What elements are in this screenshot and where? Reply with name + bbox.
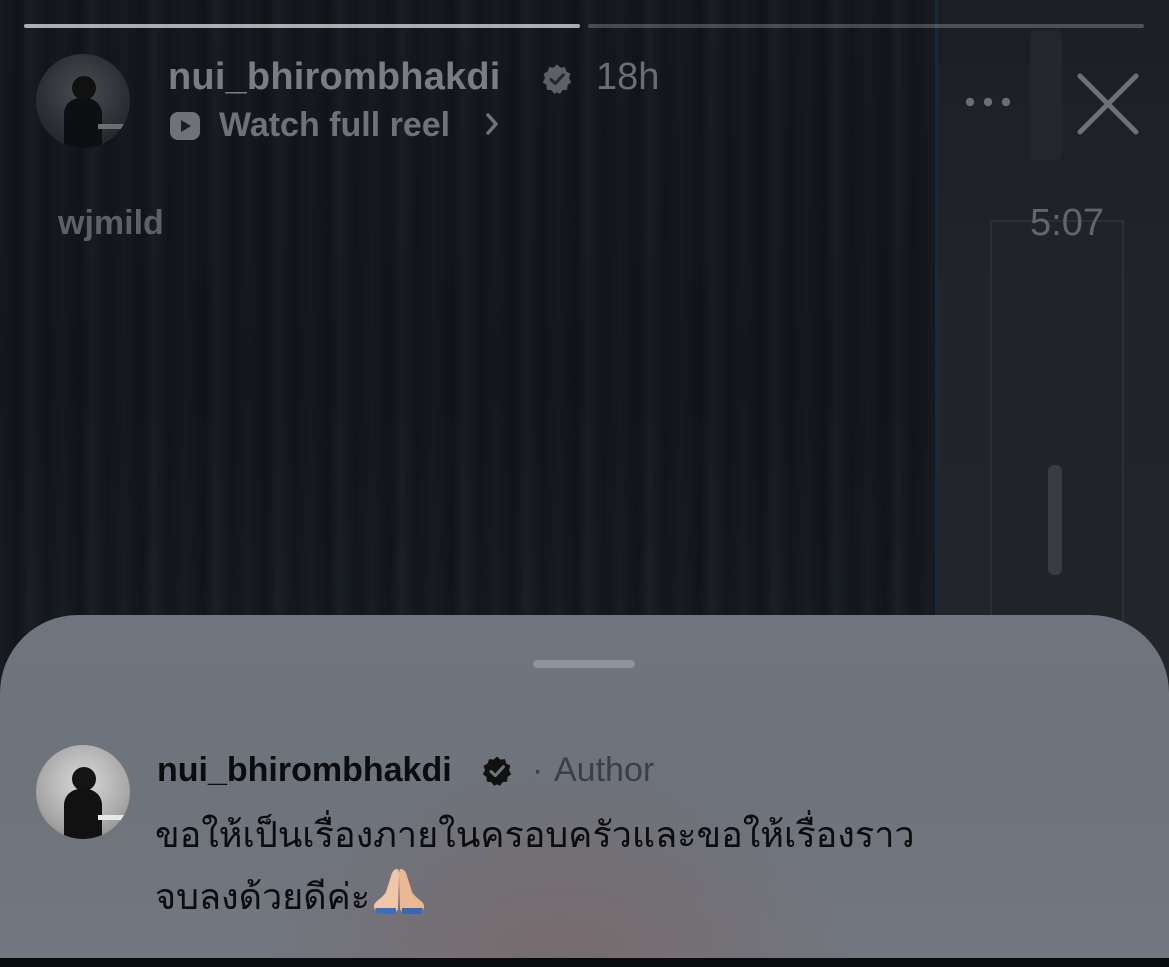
comment-line-2-wrap: จบลงด้วยดีค่ะ (155, 865, 1135, 927)
reel-play-icon (170, 112, 200, 140)
verified-badge-icon (482, 756, 512, 786)
avatar-stool (98, 124, 128, 129)
verified-badge-icon (542, 64, 572, 94)
watch-full-reel-link[interactable]: Watch full reel (219, 106, 450, 145)
avatar-body (64, 98, 102, 148)
comment-sheet[interactable]: nui_bhirombhakdi · Author ขอให้เป็นเรื่อ… (0, 615, 1169, 967)
avatar-head (72, 76, 96, 100)
story-progress-fill-1 (24, 24, 580, 28)
meta-separator: · (532, 751, 544, 789)
comment-text: ขอให้เป็นเรื่องภายในครอบครัวและขอให้เรื่… (155, 807, 1135, 927)
chevron-right-icon (486, 113, 498, 135)
story-progress-segment-2 (588, 24, 1144, 28)
sheet-grabber-handle[interactable] (533, 660, 635, 668)
video-clock-display: 5:07 (1030, 202, 1104, 244)
more-icon[interactable] (960, 88, 1016, 116)
folded-hands-icon (373, 869, 425, 914)
comment-username[interactable]: nui_bhirombhakdi (157, 751, 452, 790)
author-badge: Author (554, 751, 655, 789)
close-icon[interactable] (1074, 70, 1142, 138)
video-watermark: wjmild (58, 204, 164, 242)
comment-line-1: ขอให้เป็นเรื่องภายในครอบครัวและขอให้เรื่… (155, 815, 915, 856)
story-time-ago: 18h (596, 56, 660, 98)
comment-author-avatar[interactable] (36, 745, 130, 839)
story-username[interactable]: nui_bhirombhakdi (168, 56, 501, 99)
story-author-avatar[interactable] (36, 54, 130, 148)
comment-line-2: จบลงด้วยดีค่ะ (155, 877, 371, 918)
bottom-edge (0, 958, 1169, 967)
avatar-body (64, 789, 102, 839)
avatar-head (72, 767, 96, 791)
story-progress-segment-1 (24, 24, 580, 28)
avatar-stool (98, 815, 128, 820)
